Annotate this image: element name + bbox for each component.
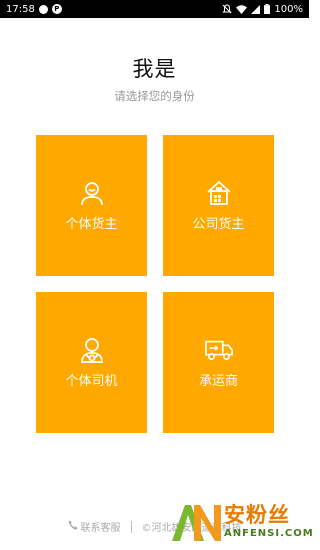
role-individual-shipper-button[interactable]: 个体货主 — [36, 135, 147, 276]
footer-divider — [130, 520, 132, 533]
role-company-shipper-button[interactable]: 公司货主 — [163, 135, 274, 276]
notification-dot-icon — [38, 4, 48, 14]
notifications-off-icon — [222, 4, 233, 14]
page-title: 我是 — [132, 57, 177, 81]
truck-icon — [204, 336, 233, 364]
role-individual-driver-button[interactable]: 个体司机 — [36, 292, 147, 433]
person-icon — [78, 179, 106, 207]
contact-service-label: 联系客服 — [80, 523, 121, 534]
battery-level: 100% — [274, 3, 303, 15]
role-label: 公司货主 — [192, 217, 245, 232]
contact-service-link[interactable]: 联系客服 — [68, 519, 121, 534]
role-label: 个体司机 — [65, 374, 118, 389]
wifi-icon — [236, 4, 248, 14]
watermark-cn-text: 安粉丝 — [224, 503, 290, 527]
watermark-en-text: ANFENSI.COM — [224, 528, 314, 539]
building-icon — [205, 179, 233, 207]
phone-icon — [68, 520, 78, 533]
anfensi-logo-icon — [170, 501, 224, 543]
role-label: 承运商 — [198, 374, 238, 389]
role-carrier-button[interactable]: 承运商 — [163, 292, 274, 433]
page-subtitle: 请选择您的身份 — [114, 89, 195, 103]
battery-icon — [264, 4, 271, 14]
role-label: 个体货主 — [65, 217, 118, 232]
status-bar: 17:58 P 100% — [0, 0, 309, 18]
status-time: 17:58 — [6, 3, 35, 15]
driver-icon — [78, 336, 106, 364]
parking-notification-icon: P — [51, 4, 62, 14]
watermark: 安粉丝 ANFENSI.COM — [170, 498, 313, 546]
signal-icon — [251, 4, 261, 14]
